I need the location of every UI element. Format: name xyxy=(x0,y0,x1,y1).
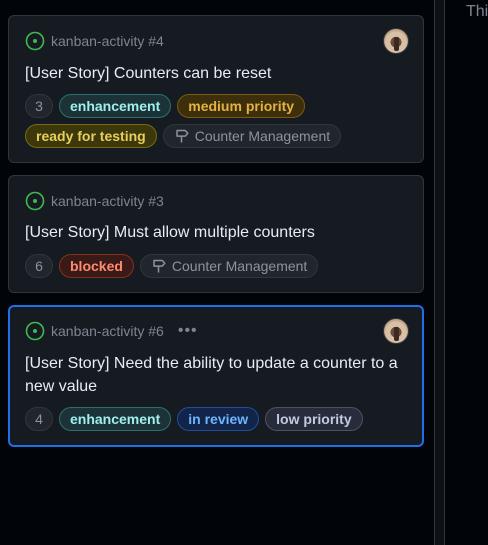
sub-issue-count: 4 xyxy=(25,407,53,431)
label-medium-priority[interactable]: medium priority xyxy=(177,94,306,118)
sub-issue-count: 6 xyxy=(25,254,53,278)
card-labels: 6 blocked Counter Management xyxy=(25,254,415,278)
milestone-icon xyxy=(175,129,189,143)
next-board-column: Thi xyxy=(445,0,488,545)
milestone-chip[interactable]: Counter Management xyxy=(139,254,319,278)
label-ready-for-testing[interactable]: ready for testing xyxy=(25,124,157,148)
board-column: kanban-activity #4 [User Story] Counters… xyxy=(0,0,434,545)
label-low-priority[interactable]: low priority xyxy=(265,407,363,431)
card-labels: 4 enhancement in review low priority xyxy=(25,407,415,431)
milestone-label: Counter Management xyxy=(194,128,331,144)
card-labels: 3 enhancement medium priority ready for … xyxy=(25,94,415,148)
label-blocked[interactable]: blocked xyxy=(59,254,134,278)
card-title[interactable]: [User Story] Counters can be reset xyxy=(25,62,410,85)
issue-card[interactable]: kanban-activity #3 [User Story] Must all… xyxy=(8,175,424,293)
card-title[interactable]: [User Story] Need the ability to update … xyxy=(25,352,410,398)
issue-opened-icon xyxy=(25,191,45,211)
issue-reference[interactable]: kanban-activity #3 xyxy=(51,193,164,209)
label-in-review[interactable]: in review xyxy=(177,407,260,431)
issue-reference[interactable]: kanban-activity #4 xyxy=(51,33,164,49)
issue-opened-icon xyxy=(25,31,45,51)
issue-card-selected[interactable]: kanban-activity #6 ••• [User Story] Need… xyxy=(8,305,424,447)
assignee-avatar[interactable] xyxy=(383,318,409,344)
sub-issue-count: 3 xyxy=(25,94,53,118)
label-enhancement[interactable]: enhancement xyxy=(59,407,172,431)
label-enhancement[interactable]: enhancement xyxy=(59,94,172,118)
project-board: kanban-activity #4 [User Story] Counters… xyxy=(0,0,488,545)
column-divider[interactable] xyxy=(434,0,445,545)
assignee-avatar[interactable] xyxy=(383,28,409,54)
card-header: kanban-activity #3 xyxy=(25,190,164,212)
issue-card[interactable]: kanban-activity #4 [User Story] Counters… xyxy=(8,15,424,163)
issue-reference[interactable]: kanban-activity #6 xyxy=(51,323,164,339)
card-header: kanban-activity #4 xyxy=(25,30,164,52)
more-options-icon[interactable]: ••• xyxy=(178,323,198,339)
card-title[interactable]: [User Story] Must allow multiple counter… xyxy=(25,221,410,244)
milestone-chip[interactable]: Counter Management xyxy=(162,124,342,148)
issue-opened-icon xyxy=(25,321,45,341)
card-header: kanban-activity #6 ••• xyxy=(25,320,198,342)
next-column-text: Thi xyxy=(466,3,488,20)
milestone-label: Counter Management xyxy=(171,258,308,274)
milestone-icon xyxy=(153,259,166,273)
